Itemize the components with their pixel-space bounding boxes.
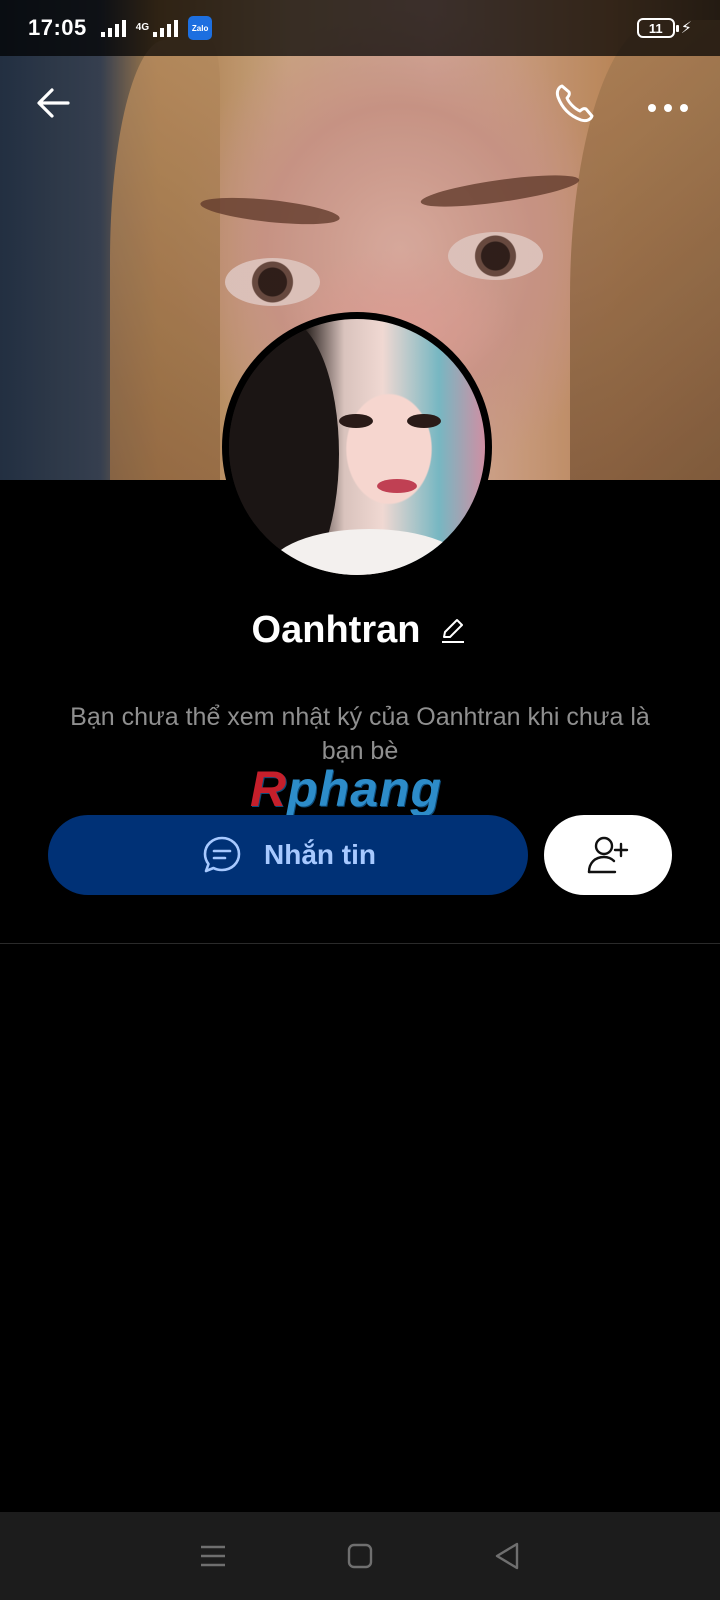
privacy-notice: Bạn chưa thể xem nhật ký của Oanhtran kh… xyxy=(70,703,650,765)
profile-avatar[interactable] xyxy=(222,312,492,582)
more-dots-icon xyxy=(648,104,688,112)
watermark-first-letter: R xyxy=(250,761,288,817)
status-bar: 17:05 4G Zalo 11 ⚡ xyxy=(0,0,720,56)
chat-bubble-icon xyxy=(203,836,241,873)
more-options-button[interactable] xyxy=(640,78,700,128)
status-time: 17:05 xyxy=(28,15,87,40)
profile-name: Oanhtran xyxy=(251,608,421,651)
system-back-button[interactable] xyxy=(487,1536,527,1576)
triangle-back-icon xyxy=(495,1542,518,1570)
zalo-notification-icon: Zalo xyxy=(188,16,213,40)
call-button[interactable] xyxy=(550,78,600,128)
charging-icon: ⚡ xyxy=(680,20,692,37)
arrow-left-icon xyxy=(37,88,70,118)
square-home-icon xyxy=(347,1543,373,1569)
add-user-icon xyxy=(587,836,629,874)
avatar-eye-right xyxy=(407,414,441,428)
back-button[interactable] xyxy=(30,78,80,128)
watermark-rest: phang xyxy=(287,761,443,817)
signal-icon xyxy=(100,19,126,37)
add-friend-button[interactable] xyxy=(544,815,672,895)
message-button[interactable]: Nhắn tin xyxy=(48,815,528,895)
watermark-logo: Rphang xyxy=(250,760,470,820)
avatar-eye-left xyxy=(339,414,373,428)
avatar-lips xyxy=(377,479,417,493)
signal-icon-2 xyxy=(153,19,179,37)
profile-name-row: Oanhtran xyxy=(0,600,720,660)
edit-pencil-icon[interactable] xyxy=(438,615,468,645)
system-navigation-bar xyxy=(0,1512,720,1600)
section-divider xyxy=(0,943,720,944)
recent-apps-button[interactable] xyxy=(193,1536,233,1576)
battery-level: 11 xyxy=(636,18,679,38)
message-button-label: Nhắn tin xyxy=(264,839,376,870)
menu-lines-icon xyxy=(201,1545,226,1567)
network-type: 4G xyxy=(135,22,150,33)
top-bar xyxy=(0,72,720,132)
home-button[interactable] xyxy=(340,1536,380,1576)
phone-icon xyxy=(555,84,594,123)
battery-indicator: 11 ⚡ xyxy=(636,18,692,38)
